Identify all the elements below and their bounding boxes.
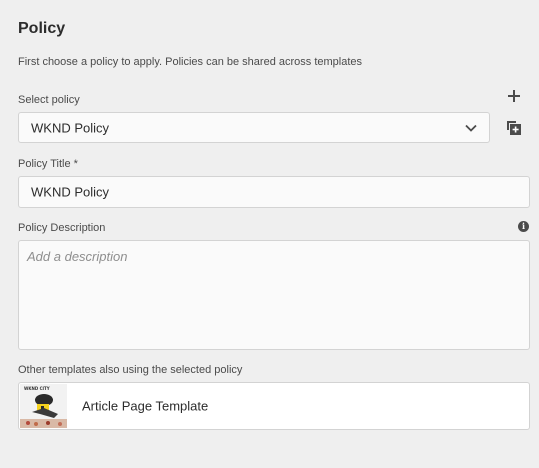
- info-icon[interactable]: i: [518, 221, 529, 232]
- policy-description-textarea[interactable]: Add a description: [18, 240, 530, 350]
- templates-using-policy-label: Other templates also using the selected …: [18, 364, 243, 376]
- policy-title-value: WKND Policy: [31, 184, 110, 200]
- policy-select[interactable]: WKND Policy: [18, 112, 490, 143]
- add-policy-button[interactable]: [505, 87, 523, 105]
- template-name: Article Page Template: [82, 398, 209, 414]
- duplicate-icon: [507, 121, 521, 135]
- policy-select-value: WKND Policy: [31, 120, 110, 135]
- policy-panel: Policy First choose a policy to apply. P…: [0, 0, 539, 468]
- plus-icon: [508, 90, 520, 102]
- thumbnail-caption: WKND CITY: [24, 386, 50, 391]
- policy-title-label: Policy Title *: [18, 158, 78, 170]
- panel-heading: Policy: [18, 20, 66, 37]
- template-thumbnail: WKND CITY: [20, 384, 67, 428]
- policy-description-placeholder: Add a description: [27, 249, 128, 264]
- duplicate-policy-button[interactable]: [505, 119, 523, 137]
- panel-subtitle: First choose a policy to apply. Policies…: [18, 56, 363, 68]
- template-card-article-page[interactable]: WKND CITY Article Page Template: [18, 382, 530, 430]
- select-policy-label: Select policy: [18, 94, 80, 106]
- chevron-down-icon: [465, 124, 477, 132]
- policy-title-input[interactable]: WKND Policy: [18, 176, 530, 208]
- policy-description-label: Policy Description: [18, 222, 106, 234]
